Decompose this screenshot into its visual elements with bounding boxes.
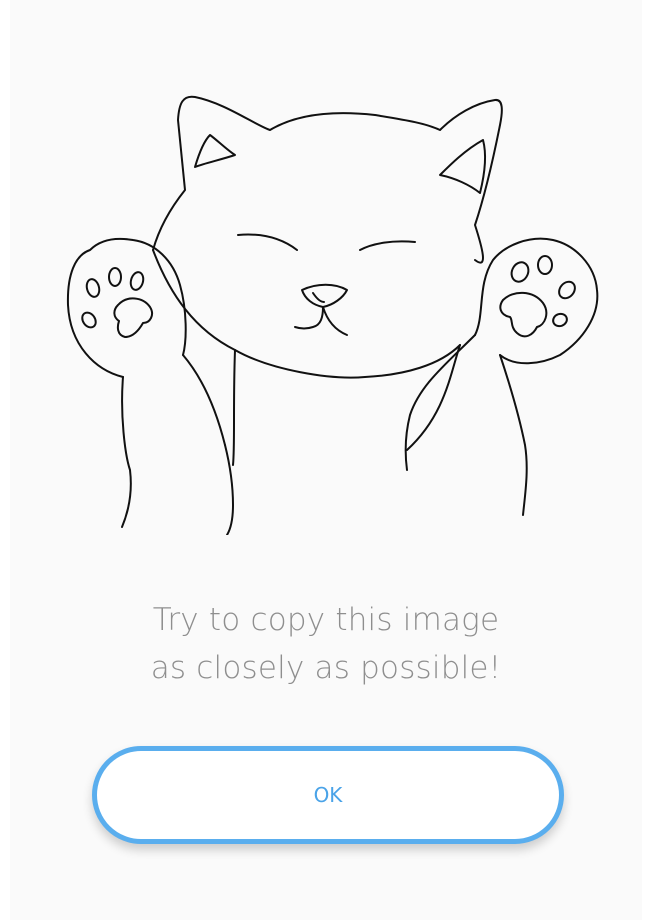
ok-button[interactable]: OK <box>92 746 564 844</box>
left-edge <box>0 0 10 920</box>
cat-illustration <box>55 85 605 535</box>
right-edge <box>642 0 652 920</box>
drawing-prompt-screen: Try to copy this image as closely as pos… <box>0 0 652 920</box>
cat-drawing-icon <box>66 95 599 535</box>
instruction-line-1: Try to copy this image <box>152 602 500 638</box>
instruction-text: Try to copy this image as closely as pos… <box>0 596 652 692</box>
instruction-line-2: as closely as possible! <box>150 650 502 686</box>
